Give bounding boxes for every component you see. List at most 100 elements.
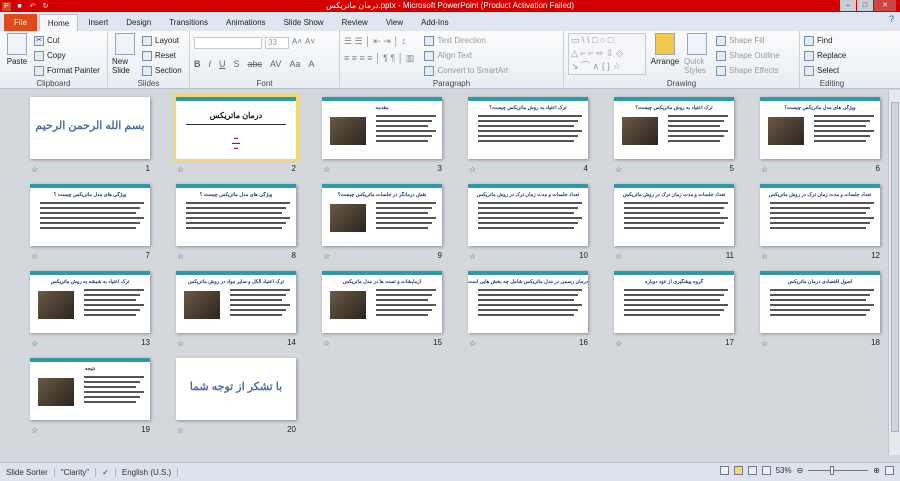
tab-slide-show[interactable]: Slide Show [276,14,332,31]
transition-star-icon[interactable]: ☆ [469,339,476,348]
undo-icon[interactable]: ↶ [28,2,37,11]
align-buttons[interactable]: ≡ ≡ ≡ ≡ │ ¶ ¶ │ ▥ [344,50,414,67]
transition-star-icon[interactable]: ☆ [31,426,38,435]
transition-star-icon[interactable]: ☆ [177,165,184,174]
tab-insert[interactable]: Insert [80,14,116,31]
minimize-button[interactable]: – [840,0,856,11]
zoom-slider-thumb[interactable] [830,466,835,475]
transition-star-icon[interactable]: ☆ [31,252,38,261]
transition-star-icon[interactable]: ☆ [323,339,330,348]
help-icon[interactable]: ? [889,14,894,24]
slide-thumbnail[interactable]: بسم الله الرحمن الرحیم [30,97,150,159]
zoom-slider[interactable] [808,466,869,475]
format-painter-button[interactable]: Format Painter [34,63,100,78]
slide-thumbnail[interactable]: مقدمه [322,97,442,159]
transition-star-icon[interactable]: ☆ [323,165,330,174]
underline-button[interactable]: U [219,59,226,69]
slide-thumbnail[interactable]: آزمایشات و تست ها در مدل ماتریکس [322,271,442,333]
language-status[interactable]: English (U.S.) [116,467,179,477]
new-slide-button[interactable]: New Slide [112,33,138,78]
arrange-button[interactable]: Arrange [651,33,679,78]
grow-font-icon[interactable]: A˄ [292,37,302,49]
zoom-level[interactable]: 53% [776,466,792,475]
maximize-button[interactable]: □ [857,0,873,11]
tab-view[interactable]: View [378,14,411,31]
shape-effects-button[interactable]: Shape Effects [716,63,780,78]
layout-button[interactable]: Layout [142,33,182,48]
section-button[interactable]: Section [142,63,182,78]
tab-animations[interactable]: Animations [218,14,274,31]
tab-review[interactable]: Review [334,14,376,31]
shadow-button[interactable]: S [234,59,240,69]
tab-add-ins[interactable]: Add-Ins [413,14,457,31]
slide-thumbnail[interactable]: ویژگی های مدل ماتریکس چیست ؟ [176,184,296,246]
redo-icon[interactable]: ↻ [41,2,50,11]
find-button[interactable]: Find [804,33,860,48]
slide-thumbnail[interactable]: ترک اعتیاد به روش ماتریکس چیست؟ [614,97,734,159]
slide-thumbnail[interactable]: تعداد جلسات و مدت زمان ترک در روش ماتریک… [760,184,880,246]
list-buttons[interactable]: ☰ ☰ │ ⇤ ⇥ │ ↕ [344,33,414,50]
font-name-input[interactable] [194,37,262,49]
save-icon[interactable]: ■ [15,2,24,11]
close-button[interactable]: ✕ [874,0,896,11]
slide-thumbnail[interactable]: تعداد جلسات و مدت زمان ترک در روش ماتریک… [614,184,734,246]
slide-thumbnail[interactable]: اصول اقتصادی درمان ماتریکس [760,271,880,333]
italic-button[interactable]: I [209,59,212,69]
slide-thumbnail[interactable]: ترک اعتیاد به شیشه به روش ماتریکس [30,271,150,333]
scrollbar-thumb[interactable] [891,102,899,432]
transition-star-icon[interactable]: ☆ [177,252,184,261]
normal-view-button[interactable] [719,466,729,475]
slide-thumbnail[interactable]: ویژگی های مدل ماتریکس چیست ؟ [30,184,150,246]
convert-smartart-button[interactable]: Convert to SmartArt [424,63,508,78]
shrink-font-icon[interactable]: A˅ [305,37,315,49]
transition-star-icon[interactable]: ☆ [615,165,622,174]
tab-file[interactable]: File [4,14,37,31]
slide-thumbnail[interactable]: نقش درمانگر در جلسات ماتریکس چیست؟ [322,184,442,246]
tab-transitions[interactable]: Transitions [161,14,216,31]
replace-button[interactable]: Replace [804,48,860,63]
shape-fill-button[interactable]: Shape Fill [716,33,780,48]
text-direction-button[interactable]: Text Direction [424,33,508,48]
transition-star-icon[interactable]: ☆ [761,165,768,174]
transition-star-icon[interactable]: ☆ [469,252,476,261]
vertical-scrollbar[interactable] [888,90,900,455]
slide-thumbnail[interactable]: ترک اعتیاد الکل و سایر مواد در روش ماتری… [176,271,296,333]
slide-thumbnail[interactable]: با تشکر از توجه شما [176,358,296,420]
transition-star-icon[interactable]: ☆ [615,339,622,348]
fit-to-window-button[interactable] [885,466,894,475]
font-color-button[interactable]: A [308,59,314,69]
zoom-in-button[interactable]: ⊕ [873,466,880,475]
reading-view-button[interactable] [747,466,757,475]
slide-thumbnail[interactable]: ترک اعتیاد به روش ماتریکس چیست؟ [468,97,588,159]
transition-star-icon[interactable]: ☆ [469,165,476,174]
shapes-gallery[interactable]: ▭ \ \ □ ○ □ △ ⌐ ⌐ ⇨ ⇩ ◇ ↘ ⌒ ∧ { } ☆ [568,33,646,75]
transition-star-icon[interactable]: ☆ [177,339,184,348]
font-size-input[interactable]: 33 [265,37,289,49]
transition-star-icon[interactable]: ☆ [31,339,38,348]
spellcheck-icon[interactable]: ✓ [96,467,116,477]
reset-button[interactable]: Reset [142,48,182,63]
copy-button[interactable]: Copy [34,48,100,63]
slide-sorter-view-button[interactable] [733,466,743,475]
tab-home[interactable]: Home [38,14,79,31]
transition-star-icon[interactable]: ☆ [177,426,184,435]
slideshow-button[interactable] [761,466,771,475]
transition-star-icon[interactable]: ☆ [761,252,768,261]
slide-thumbnail[interactable]: نتیجه [30,358,150,420]
transition-star-icon[interactable]: ☆ [31,165,38,174]
strikethrough-button[interactable]: abc [248,59,263,69]
quick-styles-button[interactable]: Quick Styles [684,33,710,78]
character-spacing-button[interactable]: AV [270,59,281,69]
cut-button[interactable]: ✂ Cut [34,33,100,48]
bold-button[interactable]: B [194,59,201,69]
tab-design[interactable]: Design [118,14,159,31]
transition-star-icon[interactable]: ☆ [761,339,768,348]
align-text-button[interactable]: Align Text [424,48,508,63]
slide-thumbnail[interactable]: گروه پیشگیری از عود دوباره [614,271,734,333]
slide-thumbnail[interactable]: تعداد جلسات و مدت زمان ترک در روش ماتریک… [468,184,588,246]
transition-star-icon[interactable]: ☆ [323,252,330,261]
change-case-button[interactable]: Aa [289,59,300,69]
transition-star-icon[interactable]: ☆ [615,252,622,261]
slide-thumbnail[interactable]: ویژگی های مدل ماتریکس چیست؟ [760,97,880,159]
slide-thumbnail[interactable]: درمان رسمی در مدل ماتریکس شامل چه بخش ها… [468,271,588,333]
